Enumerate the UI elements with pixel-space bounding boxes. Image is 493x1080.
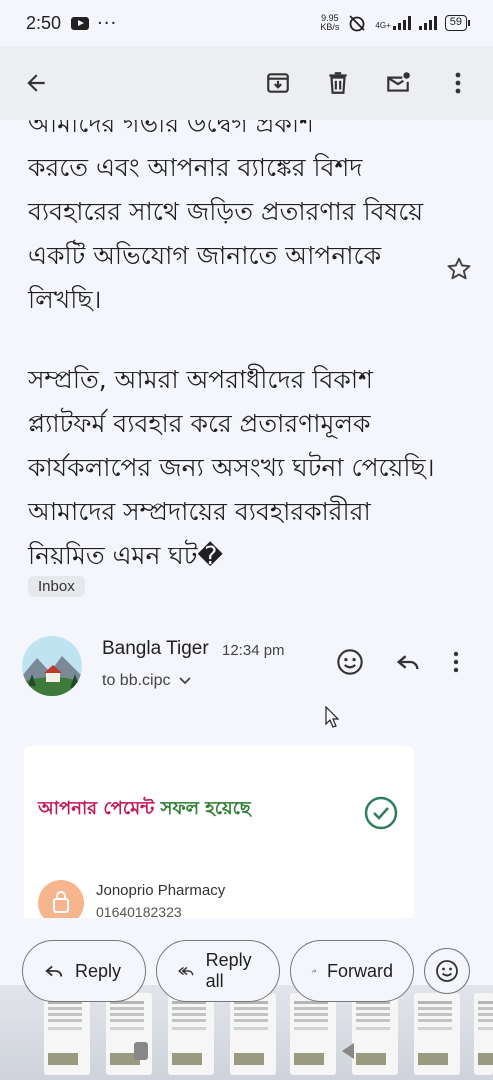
email-toolbar: [0, 46, 493, 120]
youtube-icon: [71, 16, 90, 30]
signal-bars-icon: [392, 16, 411, 30]
back-nav-icon[interactable]: [342, 1043, 354, 1059]
status-time: 2:50: [26, 12, 62, 33]
inbox-label[interactable]: Inbox: [28, 576, 85, 597]
sender-header: Bangla Tiger 12:34 pm to bb.cipc: [22, 636, 482, 700]
status-bar: 2:50 ··· 9.95 KB/s 4G+ 59: [0, 0, 493, 46]
more-vert-icon[interactable]: [452, 648, 460, 676]
payment-headline-part2: সফল হয়েছে: [160, 798, 251, 819]
recent-thumbnail[interactable]: [414, 993, 460, 1075]
battery-icon: 59: [444, 15, 471, 31]
email-body: আমাদের গভীর উদ্বেগ প্রকাশ করতে এবং আপনার…: [28, 102, 438, 614]
alarm-off-icon: [349, 15, 366, 32]
more-vert-icon: [455, 72, 461, 94]
toolbar-actions: [263, 68, 473, 98]
reply-bar: Reply Reply all Forward: [22, 940, 493, 1002]
archive-icon: [267, 73, 289, 93]
payment-headline-part1: আপনার পেমেন্ট: [38, 798, 155, 819]
forward-button[interactable]: Forward: [290, 940, 414, 1002]
reply-all-button[interactable]: Reply all: [156, 940, 280, 1002]
forward-label: Forward: [326, 960, 393, 981]
reply-button[interactable]: Reply: [22, 940, 146, 1002]
reply-all-label: Reply all: [205, 950, 252, 991]
more-options-button[interactable]: [443, 68, 473, 98]
chevron-down-icon: [179, 677, 192, 685]
signal-4g: 4G+: [375, 16, 411, 30]
reply-all-icon: [178, 966, 194, 976]
recent-thumbnail[interactable]: [352, 993, 398, 1075]
mouse-cursor-icon: [325, 706, 339, 728]
email-paragraph-1-text: করতে এবং আপনার ব্যাঙ্কের বিশদ ব্যবহারের …: [28, 153, 424, 314]
network-speed-unit: KB/s: [320, 22, 340, 32]
add-reaction-icon[interactable]: [336, 648, 364, 676]
mark-unread-button[interactable]: [383, 68, 413, 98]
sender-name: Bangla Tiger: [102, 638, 209, 659]
recipient-text: to bb.cipc: [102, 672, 171, 689]
check-circle-icon: [364, 796, 398, 830]
signal-bars-2-icon: [418, 16, 437, 30]
star-icon[interactable]: [446, 256, 472, 282]
arrow-back-icon: [27, 74, 45, 92]
avatar-landscape-icon: [22, 636, 82, 696]
email-paragraph-2: সম্প্রতি, আমরা অপরাধীদের বিকাশ প্ল্যাটফর…: [28, 365, 435, 570]
recent-thumbnail[interactable]: [168, 993, 214, 1075]
trash-icon: [329, 72, 347, 94]
react-button[interactable]: [424, 948, 470, 994]
delete-button[interactable]: [323, 68, 353, 98]
mail-dot-icon: [387, 72, 410, 92]
forward-icon: [311, 969, 317, 973]
reply-icon[interactable]: [394, 648, 422, 676]
avatar[interactable]: [22, 636, 82, 696]
recipient-details[interactable]: to bb.cipc: [102, 672, 192, 690]
network-type: 4G+: [375, 21, 391, 30]
recent-thumbnail[interactable]: [230, 993, 276, 1075]
home-nav-icon[interactable]: [134, 1042, 148, 1060]
more-notifications-icon: ···: [97, 12, 118, 34]
reply-label: Reply: [75, 960, 122, 981]
email-paragraph-1: আমাদের গভীর উদ্বেগ প্রকাশ করতে এবং আপনার…: [28, 102, 438, 322]
network-speed: 9.95 KB/s: [320, 14, 339, 32]
sender-time: 12:34 pm: [222, 642, 285, 659]
sender-actions: [336, 648, 460, 676]
recent-thumbnail[interactable]: [474, 993, 493, 1075]
reply-icon: [45, 965, 63, 977]
add-reaction-icon: [436, 960, 458, 982]
pharmacy-name: Jonoprio Pharmacy: [96, 882, 226, 899]
payment-card: আপনার পেমেন্ট সফল হয়েছে Jonoprio Pharma…: [24, 746, 414, 926]
recent-thumbnail[interactable]: [106, 993, 152, 1075]
card-divider: [0, 918, 493, 938]
recent-thumbnail[interactable]: [290, 993, 336, 1075]
archive-button[interactable]: [263, 68, 293, 98]
back-button[interactable]: [20, 67, 52, 99]
payment-headline: আপনার পেমেন্ট সফল হয়েছে: [38, 794, 251, 825]
recent-thumbnail[interactable]: [44, 993, 90, 1075]
status-right: 9.95 KB/s 4G+ 59: [320, 13, 471, 33]
